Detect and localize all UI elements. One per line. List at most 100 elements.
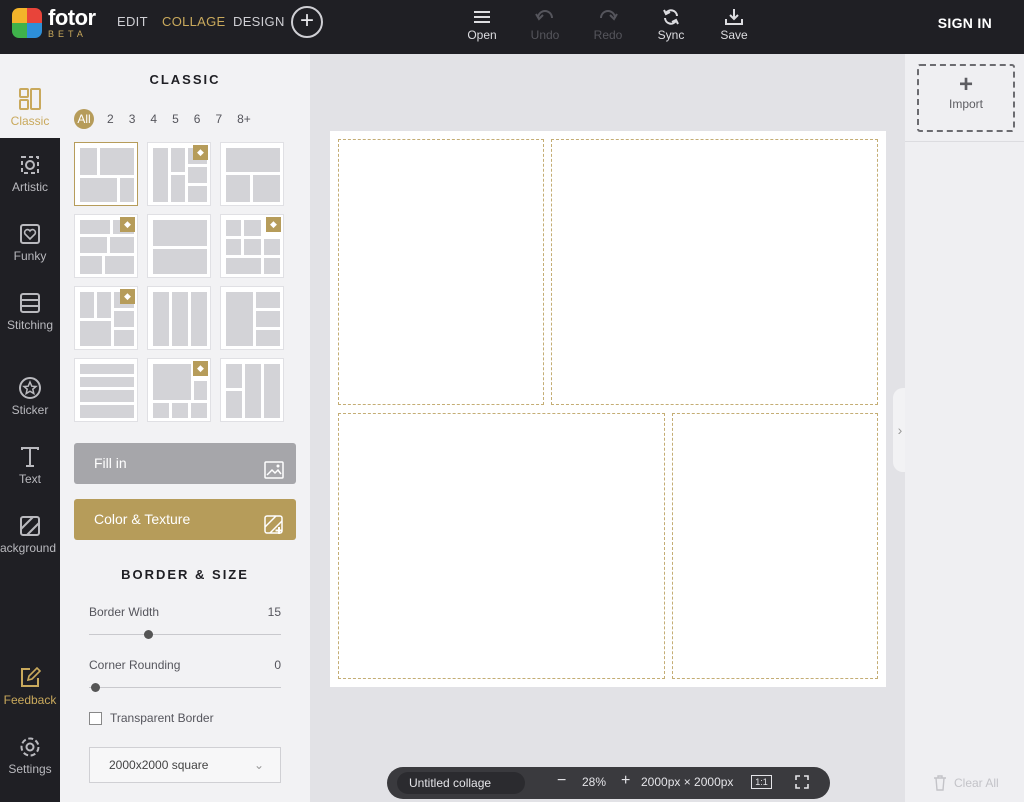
collage-cell[interactable] (338, 413, 665, 679)
chevron-down-icon: ⌄ (253, 758, 264, 772)
rail-text-label: Text (18, 472, 41, 486)
top-bar: fotor BETA EDIT COLLAGE DESIGN + Open Un… (0, 0, 1024, 54)
layout-template[interactable]: ◆ (147, 142, 211, 206)
canvas-size-select[interactable]: 2000x2000 square ⌄ (89, 747, 281, 783)
zoom-level: 28% (582, 775, 607, 789)
fullscreen-icon[interactable] (795, 775, 809, 792)
app-root: fotor BETA EDIT COLLAGE DESIGN + Open Un… (0, 0, 1024, 802)
collage-title-input[interactable]: Untitled collage (397, 772, 525, 794)
save-button[interactable]: Save (709, 6, 759, 42)
canvas-size-value: 2000x2000 square (109, 758, 209, 772)
rail-settings[interactable]: Settings (0, 732, 60, 776)
rail-funky[interactable]: Funky (0, 219, 60, 263)
logo-wordmark: fotor (48, 5, 96, 30)
transparent-border-label: Transparent Border (110, 711, 214, 725)
rail-feedback[interactable]: Feedback (0, 663, 60, 707)
corner-rounding-slider[interactable] (89, 687, 281, 688)
rail-classic[interactable]: Classic (0, 54, 60, 138)
layout-template[interactable] (220, 142, 284, 206)
border-width-slider[interactable] (89, 634, 281, 635)
filter-6[interactable]: 6 (194, 112, 201, 126)
sync-label: Sync (657, 28, 685, 42)
border-width-label: Border Width (89, 605, 160, 619)
layout-template[interactable]: ◆ (220, 214, 284, 278)
layout-template[interactable] (74, 142, 138, 206)
text-t-icon (0, 442, 60, 472)
corner-rounding-slider-handle[interactable] (91, 683, 100, 692)
panel-title: CLASSIC (149, 72, 221, 87)
texture-add-icon (264, 510, 284, 551)
layout-template[interactable] (74, 358, 138, 422)
layout-template[interactable]: ◆ (147, 358, 211, 422)
color-texture-label: Color & Texture (94, 511, 191, 527)
rail-sticker[interactable]: Sticker (0, 373, 60, 417)
nav-collage[interactable]: COLLAGE (162, 14, 226, 29)
rail-artistic[interactable]: Artistic (0, 150, 60, 194)
filter-8plus[interactable]: 8+ (237, 112, 251, 126)
zoom-out-button[interactable]: − (557, 772, 566, 790)
undo-button[interactable]: Undo (520, 6, 570, 42)
artistic-icon (0, 150, 60, 180)
fill-in-button[interactable]: Fill in (74, 443, 296, 484)
rail-sticker-label: Sticker (11, 403, 49, 417)
fotor-logo[interactable]: fotor BETA (12, 7, 96, 39)
redo-icon (583, 6, 633, 28)
add-project-button[interactable]: + (291, 6, 323, 38)
classic-layout-icon (0, 84, 60, 114)
layout-template[interactable]: ◆ (74, 286, 138, 350)
collage-cell[interactable] (338, 139, 544, 405)
layout-template[interactable]: ◆ (74, 214, 138, 278)
gear-icon (0, 732, 60, 762)
open-button[interactable]: Open (457, 6, 507, 42)
transparent-border-checkbox[interactable] (89, 712, 102, 725)
filter-5[interactable]: 5 (172, 112, 179, 126)
rail-feedback-label: Feedback (3, 693, 57, 707)
filter-4[interactable]: 4 (150, 112, 157, 126)
sync-button[interactable]: Sync (646, 6, 696, 42)
rail-background[interactable]: Background (0, 511, 60, 555)
layout-template[interactable] (220, 358, 284, 422)
layout-template[interactable] (147, 214, 211, 278)
layout-template[interactable] (147, 286, 211, 350)
border-width-slider-handle[interactable] (144, 630, 153, 639)
corner-rounding-label: Corner Rounding (89, 658, 181, 672)
filter-7[interactable]: 7 (215, 112, 222, 126)
redo-label: Redo (593, 28, 623, 42)
filter-all[interactable]: All (74, 109, 94, 129)
piece-count-filters: All 2 3 4 5 6 7 8+ (74, 109, 266, 129)
collage-canvas (330, 131, 886, 687)
image-icon (264, 454, 284, 495)
redo-button[interactable]: Redo (583, 6, 633, 42)
feedback-edit-icon (0, 663, 60, 693)
nav-design[interactable]: DESIGN (233, 14, 285, 29)
divider (905, 141, 1024, 142)
actual-size-button[interactable]: 1:1 (751, 775, 772, 789)
zoom-in-button[interactable]: + (621, 772, 630, 790)
clear-all-label: Clear All (954, 776, 999, 790)
rail-stitching[interactable]: Stitching (0, 288, 60, 332)
collage-cell[interactable] (672, 413, 878, 679)
collage-cell[interactable] (551, 139, 878, 405)
premium-diamond-icon: ◆ (120, 217, 135, 232)
premium-diamond-icon: ◆ (193, 361, 208, 376)
import-label: Import (948, 97, 983, 111)
clear-all-button[interactable]: Clear All (933, 775, 999, 791)
rail-artistic-label: Artistic (12, 180, 48, 194)
plus-icon: + (958, 71, 973, 98)
nav-edit[interactable]: EDIT (117, 14, 148, 29)
logo-beta-label: BETA (48, 29, 87, 39)
logo-mark-icon (12, 8, 42, 38)
sign-in-button[interactable]: SIGN IN (938, 15, 992, 31)
rail-text[interactable]: Text (0, 442, 60, 486)
stitching-icon (0, 288, 60, 318)
filter-3[interactable]: 3 (129, 112, 136, 126)
rail-classic-label: Classic (10, 114, 50, 128)
color-texture-button[interactable]: Color & Texture (74, 499, 296, 540)
layout-template[interactable] (220, 286, 284, 350)
border-width-value: 15 (267, 605, 281, 619)
import-button[interactable]: + Import (917, 64, 1015, 132)
sticker-star-icon (0, 373, 60, 403)
fill-in-label: Fill in (94, 455, 127, 471)
rail-funky-label: Funky (13, 249, 47, 263)
filter-2[interactable]: 2 (107, 112, 114, 126)
